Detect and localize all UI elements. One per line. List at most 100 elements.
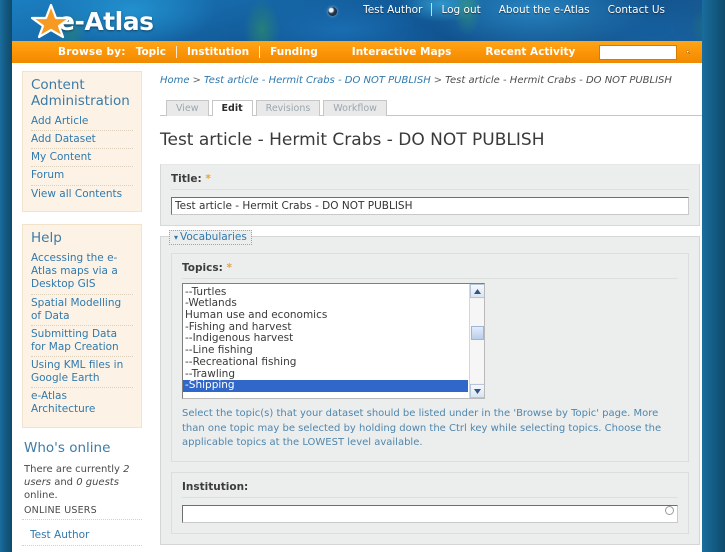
browse-by-label: Browse by: [58,46,126,58]
sidebar-item-submitting-data[interactable]: Submitting Data for Map Creation [31,328,133,354]
list-item: Forum [31,166,133,184]
topics-option-recreational-fishing[interactable]: --Recreational fishing [183,357,468,369]
institution-label-text: Institution: [182,480,249,493]
sidebar-item-add-article[interactable]: Add Article [31,115,133,128]
page-root: e-Atlas Test Author Log out About the e-… [0,0,725,552]
sidebar-item-forum[interactable]: Forum [31,169,133,182]
scrollbar-thumb[interactable] [471,326,484,340]
list-item: Add Article [31,113,133,130]
chevron-down-icon [474,388,481,394]
sidebar-item-my-content[interactable]: My Content [31,151,133,164]
utility-nav-item-contact-us[interactable]: Contact Us [599,4,674,16]
scroll-down-button[interactable] [470,384,484,398]
utility-nav-item-log-out[interactable]: Log out [432,4,489,16]
topics-option-turtles[interactable]: --Turtles [183,287,468,299]
title-field-panel: Title: * [160,164,700,226]
sidebar-item-using-kml-files[interactable]: Using KML files in Google Earth [31,359,133,385]
site-banner: e-Atlas Test Author Log out About the e-… [12,0,702,41]
sidebar-menu-content-administration: Add Article Add Dataset My Content Forum… [31,113,133,203]
list-item: Submitting Data for Map Creation [31,324,133,356]
topics-option-shipping[interactable]: -Shipping [183,380,468,392]
site-logo[interactable]: e-Atlas [24,2,154,40]
list-item: Add Dataset [31,130,133,148]
topics-option-trawling[interactable]: --Trawling [183,369,468,381]
sidebar-item-e-atlas-architecture[interactable]: e-Atlas Architecture [31,390,133,416]
chevron-up-icon [474,288,481,294]
search-input[interactable] [599,44,677,60]
whos-online-suffix: online. [24,489,58,501]
starfish-icon [30,3,74,39]
utility-nav-item-test-author[interactable]: Test Author [354,4,431,16]
title-required-marker: * [205,173,211,185]
list-item: Eric Lawrey [22,544,142,552]
sidebar-menu-help: Accessing the e-Atlas maps via a Desktop… [31,250,133,418]
topics-option-fishing-and-harvest[interactable]: -Fishing and harvest [183,322,468,334]
sidebar-item-spatial-modelling[interactable]: Spatial Modelling of Data [31,297,133,323]
online-user-test-author[interactable]: Test Author [30,529,89,541]
breadcrumb-home[interactable]: Home [160,75,190,86]
nav-item-topic[interactable]: Topic [126,46,176,58]
main-navbar: Browse by: Topic Institution Funding Int… [12,41,702,63]
whos-online-summary: There are currently 2 users and 0 guests… [22,461,142,505]
vocabularies-legend[interactable]: ▾ Vocabularies [169,230,252,246]
nav-item-funding[interactable]: Funding [260,46,328,58]
sidebar-block-title-content-administration: Content Administration [31,77,130,109]
breadcrumb-level-2[interactable]: Test article - Hermit Crabs - DO NOT PUB… [204,75,431,86]
online-user-list: Test Author Eric Lawrey [22,518,142,552]
tab-edit[interactable]: Edit [211,99,253,116]
sidebar-block-title-whos-online: Who's online [24,439,111,456]
topics-label-text: Topics: [182,262,223,274]
chevron-down-icon: ▾ [174,233,179,242]
vocabularies-fieldset: ▾Vocabularies Topics: * --Sharks --Turtl… [160,230,700,545]
topics-listbox[interactable]: --Sharks --Turtles -Wetlands Human use a… [182,283,485,399]
topics-option-line-fishing[interactable]: --Line fishing [183,345,468,357]
banner-fish-eye-decoration [328,7,337,16]
autocomplete-throbber-icon [665,505,674,515]
search-button[interactable] [680,44,696,60]
tab-revisions[interactable]: Revisions [255,99,321,116]
nav-item-institution[interactable]: Institution [177,46,259,58]
nav-item-recent-activity[interactable]: Recent Activity [475,46,585,58]
nav-item-interactive-maps[interactable]: Interactive Maps [342,46,462,58]
title-input[interactable] [171,197,689,215]
list-item: My Content [31,148,133,166]
topics-option-indigenous-harvest[interactable]: --Indigenous harvest [183,333,468,345]
sidebar-item-accessing-maps-desktop-gis[interactable]: Accessing the e-Atlas maps via a Desktop… [31,252,133,291]
online-users-heading: ONLINE USERS [24,504,97,516]
list-item: Spatial Modelling of Data [31,293,133,325]
search-area [599,44,696,60]
topics-option-wetlands[interactable]: -Wetlands [183,298,468,310]
utility-nav-item-about-the-e-atlas[interactable]: About the e-Atlas [490,4,599,16]
list-item: Accessing the e-Atlas maps via a Desktop… [31,250,133,293]
tab-workflow[interactable]: Workflow [323,99,387,116]
list-item: Test Author [22,518,142,545]
search-icon [686,50,690,54]
whos-online-mid: and [51,476,77,488]
title-label-text: Title: [171,173,202,185]
sidebar-item-add-dataset[interactable]: Add Dataset [31,133,133,146]
sidebar-item-view-all-contents[interactable]: View all Contents [31,188,133,201]
whos-online-guest-count: 0 guests [76,476,119,488]
list-item: Using KML files in Google Earth [31,356,133,387]
topics-required-marker: * [226,262,232,274]
topics-listbox-scrollbar[interactable] [469,284,484,398]
institution-field-label: Institution: [182,481,678,498]
scrollbar-track[interactable] [470,299,484,383]
topics-option-list: --Sharks --Turtles -Wetlands Human use a… [183,284,468,392]
sidebar-block-whos-online: Who's online There are currently 2 users… [22,440,142,552]
topics-option-human-use-and-economics[interactable]: Human use and economics [183,310,468,322]
title-field-label: Title: * [171,173,689,190]
tab-view[interactable]: View [166,99,209,116]
topics-field-group: Topics: * --Sharks --Turtles -Wetlands H… [171,253,689,462]
sidebar: Content Administration Add Article Add D… [12,63,148,552]
list-item: e-Atlas Architecture [31,387,133,418]
institution-input[interactable] [182,504,678,523]
content-tabs: View Edit Revisions Workflow [160,99,702,116]
left-border-rail [0,0,12,552]
list-item: View all Contents [31,184,133,203]
breadcrumb-current: Test article - Hermit Crabs - DO NOT PUB… [445,75,672,86]
whos-online-prefix: There are currently [24,463,124,475]
body-wrapper: Content Administration Add Article Add D… [12,63,702,552]
sidebar-block-help: Help Accessing the e-Atlas maps via a De… [22,223,142,428]
scroll-up-button[interactable] [470,284,484,298]
